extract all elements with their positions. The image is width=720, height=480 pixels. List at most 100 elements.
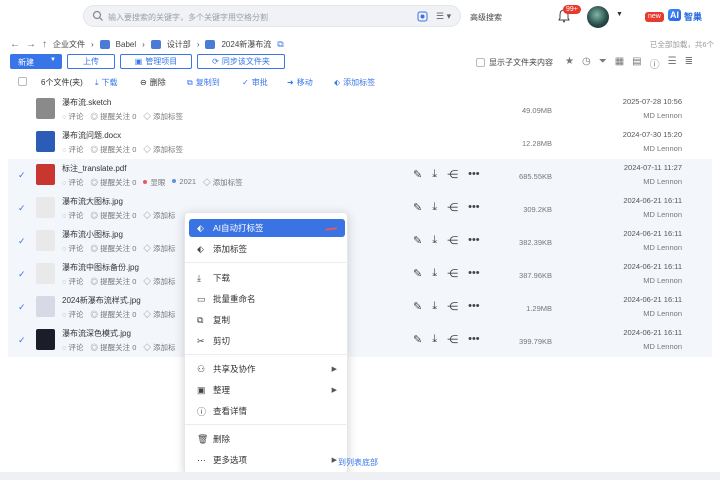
comment-link[interactable]: ◌ 评论: [62, 243, 84, 254]
breadcrumb-root[interactable]: 企业文件: [53, 39, 85, 50]
share-icon[interactable]: ⋲: [447, 168, 458, 181]
checkbox[interactable]: [476, 58, 485, 67]
menu-item-details[interactable]: ⓘ 查看详情: [189, 402, 345, 420]
tag-chip[interactable]: 2021: [172, 177, 196, 188]
download-action[interactable]: ⤓ 下载: [95, 77, 118, 88]
add-tag-link[interactable]: ◇ 添加标签: [143, 111, 183, 122]
up-arrow-icon[interactable]: ↑: [42, 39, 47, 50]
new-button[interactable]: 新建 ▼: [10, 54, 62, 69]
check-icon[interactable]: ✓: [18, 302, 26, 313]
menu-item-more[interactable]: ⋯ 更多选项 ▶: [189, 451, 345, 469]
menu-item-add-tag[interactable]: ⬖ 添加标签: [189, 240, 345, 258]
file-name[interactable]: 瀑布流大图标.jpg: [62, 196, 123, 207]
image-search-icon[interactable]: [417, 11, 428, 22]
share-icon[interactable]: ⋲: [447, 333, 458, 346]
comment-link[interactable]: ◌ 评论: [62, 309, 84, 320]
follow-link[interactable]: ◎ 提醒关注 0: [91, 309, 137, 320]
copy-path-icon[interactable]: ⧉: [277, 39, 283, 50]
filter-icon[interactable]: ⏷: [599, 56, 607, 71]
detail-view-icon[interactable]: ≣: [685, 56, 693, 71]
share-icon[interactable]: ⋲: [447, 267, 458, 280]
forward-arrow-icon[interactable]: →: [26, 39, 36, 50]
file-row[interactable]: 瀑布流.sketch ◌ 评论 ◎ 提醒关注 0 ◇ 添加标签 49.09MB 2…: [8, 93, 712, 126]
file-name[interactable]: 瀑布流中图标备份.jpg: [62, 262, 139, 273]
menu-item-download[interactable]: ⤓ 下载: [189, 269, 345, 287]
file-row[interactable]: ✓ 瀑布流小图标.jpg ◌ 评论 ◎ 提醒关注 0 ◇ 添加标 382.39KB…: [8, 225, 712, 258]
more-dots-icon[interactable]: •••: [468, 300, 480, 313]
edit-icon[interactable]: ✎: [413, 201, 422, 214]
share-icon[interactable]: ⋲: [447, 300, 458, 313]
search-input[interactable]: 输入要搜索的关键字，多个关键字用空格分割: [108, 12, 268, 23]
clock-icon[interactable]: ◷: [582, 56, 591, 71]
grid-view-icon[interactable]: ▦: [615, 56, 624, 71]
move-action[interactable]: ➜ 移动: [287, 77, 313, 88]
menu-item-organize[interactable]: ▣ 整理 ▶: [189, 381, 345, 399]
file-name[interactable]: 瀑布流问题.docx: [62, 130, 121, 141]
menu-item-copy[interactable]: ⧉ 复制: [189, 311, 345, 329]
back-arrow-icon[interactable]: ←: [10, 39, 20, 50]
manage-project-button[interactable]: ▣ 管理项目: [120, 54, 192, 69]
add-tag-link[interactable]: ◇ 添加标: [143, 276, 175, 287]
list-view-icon[interactable]: ☰: [668, 56, 677, 71]
info-icon[interactable]: ⓘ: [650, 56, 660, 71]
comment-link[interactable]: ◌ 评论: [62, 276, 84, 287]
add-tag-link[interactable]: ◇ 添加标签: [143, 144, 183, 155]
check-icon[interactable]: ✓: [18, 203, 26, 214]
add-tag-link[interactable]: ◇ 添加标: [143, 342, 175, 353]
comment-link[interactable]: ◌ 评论: [62, 111, 84, 122]
more-dots-icon[interactable]: •••: [468, 267, 480, 280]
more-dots-icon[interactable]: •••: [468, 234, 480, 247]
download-icon[interactable]: ⤓: [432, 201, 437, 214]
list-bottom-link[interactable]: 到列表底部: [338, 457, 378, 468]
search-bar[interactable]: 输入要搜索的关键字，多个关键字用空格分割 ☰ ▾: [83, 5, 461, 27]
show-subfolder-toggle[interactable]: 显示子文件夹内容: [476, 57, 553, 68]
follow-link[interactable]: ◎ 提醒关注 0: [91, 111, 137, 122]
follow-link[interactable]: ◎ 提醒关注 0: [91, 177, 137, 188]
tag-chip[interactable]: 显眼: [143, 177, 165, 188]
select-all-checkbox[interactable]: [18, 77, 27, 86]
check-icon[interactable]: ✓: [18, 335, 26, 346]
add-tag-link[interactable]: ◇ 添加标签: [203, 177, 243, 188]
edit-icon[interactable]: ✎: [413, 300, 422, 313]
file-name[interactable]: 标注_translate.pdf: [62, 163, 126, 174]
comment-link[interactable]: ◌ 评论: [62, 342, 84, 353]
add-tag-link[interactable]: ◇ 添加标: [143, 309, 175, 320]
ai-logo-icon[interactable]: AI: [668, 9, 681, 21]
more-dots-icon[interactable]: •••: [468, 333, 480, 346]
add-tag-link[interactable]: ◇ 添加标: [143, 210, 175, 221]
check-icon[interactable]: ✓: [18, 269, 26, 280]
tile-view-icon[interactable]: ▤: [632, 56, 641, 71]
approve-action[interactable]: ✓ 审批: [242, 77, 268, 88]
edit-icon[interactable]: ✎: [413, 333, 422, 346]
download-icon[interactable]: ⤓: [432, 333, 437, 346]
chevron-down-icon[interactable]: ▼: [616, 11, 623, 18]
follow-link[interactable]: ◎ 提醒关注 0: [91, 276, 137, 287]
comment-link[interactable]: ◌ 评论: [62, 177, 84, 188]
menu-item-ai-tag[interactable]: ⬖ AI自动打标签: [189, 219, 345, 237]
add-tag-action[interactable]: ⬖ 添加标签: [334, 77, 375, 88]
file-row[interactable]: ✓ 2024新瀑布流样式.jpg ◌ 评论 ◎ 提醒关注 0 ◇ 添加标 1.29…: [8, 291, 712, 324]
follow-link[interactable]: ◎ 提醒关注 0: [91, 144, 137, 155]
file-row[interactable]: ✓ 标注_translate.pdf ◌ 评论 ◎ 提醒关注 0 显眼 2021 ◇…: [8, 159, 712, 192]
advanced-search-link[interactable]: 高级搜索: [470, 12, 502, 23]
download-icon[interactable]: ⤓: [432, 267, 437, 280]
upload-button[interactable]: 上传: [67, 54, 115, 69]
download-icon[interactable]: ⤓: [432, 300, 437, 313]
edit-icon[interactable]: ✎: [413, 267, 422, 280]
follow-link[interactable]: ◎ 提醒关注 0: [91, 342, 137, 353]
file-row[interactable]: ✓ 瀑布流大图标.jpg ◌ 评论 ◎ 提醒关注 0 ◇ 添加标 309.2KB …: [8, 192, 712, 225]
menu-item-batch-rename[interactable]: ▭ 批量重命名: [189, 290, 345, 308]
check-icon[interactable]: ✓: [18, 170, 26, 181]
edit-icon[interactable]: ✎: [413, 168, 422, 181]
more-dots-icon[interactable]: •••: [468, 168, 480, 181]
menu-item-share[interactable]: ⚇ 共享及协作 ▶: [189, 360, 345, 378]
add-tag-link[interactable]: ◇ 添加标: [143, 243, 175, 254]
menu-item-cut[interactable]: ✂ 剪切: [189, 332, 345, 350]
star-icon[interactable]: ★: [565, 56, 574, 71]
delete-action[interactable]: ⊖ 删除: [140, 77, 166, 88]
menu-item-delete[interactable]: 🗑 删除: [189, 430, 345, 448]
share-icon[interactable]: ⋲: [447, 201, 458, 214]
copy-to-action[interactable]: ⧉ 复制到: [187, 77, 220, 88]
avatar[interactable]: [587, 6, 609, 28]
download-icon[interactable]: ⤓: [432, 168, 437, 181]
